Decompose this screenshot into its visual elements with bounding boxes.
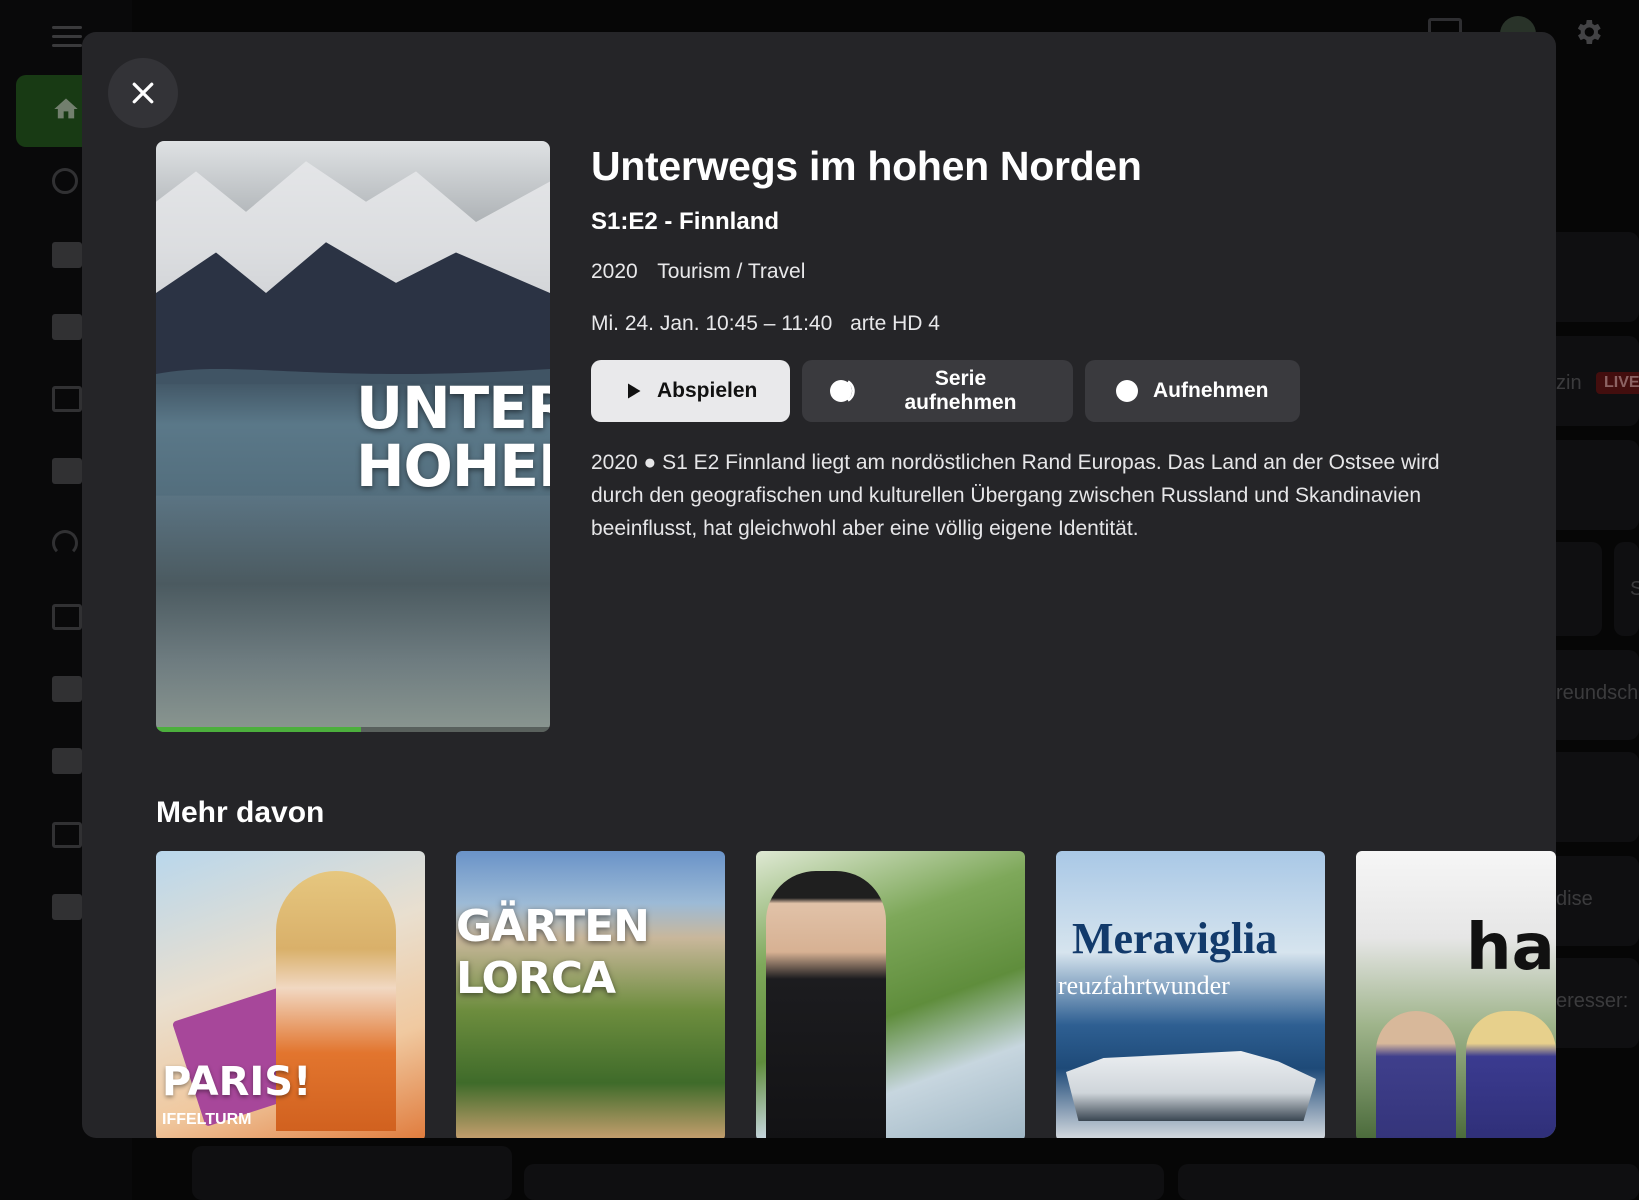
action-buttons: Abspielen Serie aufnehmen Aufnehmen — [591, 360, 1521, 422]
more-item-2[interactable]: GÄRTEN LORCA — [456, 851, 725, 1138]
poster-image[interactable]: UNTER HOHEN — [156, 141, 550, 732]
play-button-label: Abspielen — [657, 379, 758, 402]
more-item-1[interactable]: PARIS! IFFELTURM — [156, 851, 425, 1138]
thumb-title: han — [1466, 911, 1556, 985]
meta-line: 2020 Tourism / Travel — [591, 260, 1521, 284]
watch-progress-fill — [156, 727, 361, 732]
play-button[interactable]: Abspielen — [591, 360, 790, 422]
more-item-5[interactable]: han — [1356, 851, 1556, 1138]
detail-info: Unterwegs im hohen Norden S1:E2 - Finnla… — [591, 140, 1521, 545]
thumb-title: GÄRTEN LORCA — [456, 901, 650, 1004]
record-series-button[interactable]: Serie aufnehmen — [802, 360, 1073, 422]
poster-title-text: UNTER HOHEN — [356, 374, 550, 500]
more-carousel: PARIS! IFFELTURM GÄRTEN LORCA Meraviglia… — [156, 851, 1556, 1138]
thumb-subtitle: reuzfahrtwunder — [1058, 971, 1230, 1000]
channel-label: arte HD 4 — [850, 312, 940, 335]
record-series-label: Serie aufnehmen — [904, 367, 1017, 414]
year-label: 2020 — [591, 260, 638, 283]
detail-modal: UNTER HOHEN Unterwegs im hohen Norden S1… — [82, 32, 1556, 1138]
record-series-icon — [830, 380, 855, 402]
record-icon — [1116, 380, 1138, 402]
close-button[interactable] — [108, 58, 178, 128]
airing-time: Mi. 24. Jan. 10:45 – 11:40 — [591, 312, 833, 335]
more-item-4[interactable]: Meraviglia reuzfahrtwunder — [1056, 851, 1325, 1138]
more-section-heading: Mehr davon — [156, 796, 325, 829]
thumb-subtitle: IFFELTURM — [162, 1111, 252, 1128]
thumb-title: PARIS! — [162, 1059, 312, 1105]
more-item-3[interactable] — [756, 851, 1025, 1138]
close-icon — [132, 82, 154, 104]
record-button-label: Aufnehmen — [1153, 379, 1269, 402]
play-icon — [628, 383, 641, 399]
thumb-ship-art — [1066, 1051, 1316, 1121]
page-title: Unterwegs im hohen Norden — [591, 143, 1142, 189]
episode-label: S1:E2 - Finnland — [591, 208, 780, 235]
thumb-title: Meraviglia — [1072, 914, 1278, 963]
thumb-person-art — [1376, 1011, 1456, 1138]
thumb-person-art — [1466, 1011, 1556, 1138]
description-text: 2020 ● S1 E2 Finnland liegt am nordöstli… — [591, 451, 1440, 540]
genre-label: Tourism / Travel — [657, 260, 806, 283]
record-button[interactable]: Aufnehmen — [1085, 360, 1300, 422]
thumb-person-art — [766, 871, 886, 1138]
watch-progress-bar — [156, 727, 550, 732]
airing-line: Mi. 24. Jan. 10:45 – 11:40 arte HD 4 — [591, 312, 1521, 336]
